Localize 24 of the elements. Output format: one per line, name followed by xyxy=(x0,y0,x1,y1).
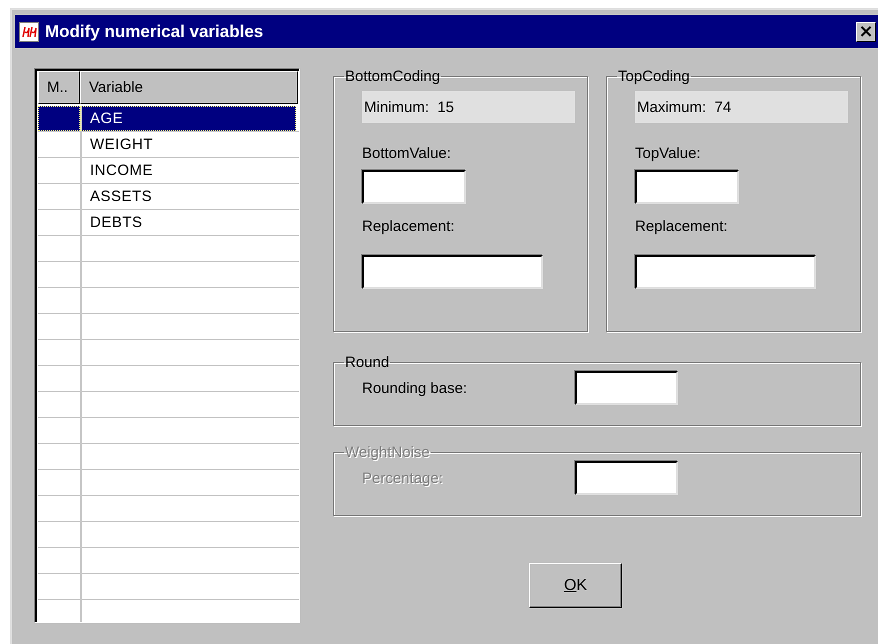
input-field[interactable] xyxy=(575,371,678,405)
field-label: Rounding base: xyxy=(362,380,468,396)
field-label: Replacement: xyxy=(362,218,456,235)
app-icon xyxy=(19,22,39,42)
input-field[interactable] xyxy=(362,255,543,289)
field-label: Percentage: xyxy=(362,470,444,486)
group-title: Round xyxy=(344,354,390,371)
column-header[interactable]: M.. xyxy=(38,71,80,104)
column-header[interactable]: Variable xyxy=(80,71,298,104)
field-label: TopValue: xyxy=(635,145,702,162)
input-field[interactable] xyxy=(635,170,739,204)
ok-button[interactable]: OK xyxy=(529,563,622,608)
info-text: Maximum: 74 xyxy=(635,91,848,123)
group-title: BottomCoding xyxy=(344,68,442,85)
field-label: BottomValue: xyxy=(362,145,452,162)
window-title: Modify numerical variables xyxy=(45,22,264,42)
table-cell[interactable]: AGE xyxy=(80,106,296,131)
row-selector[interactable] xyxy=(38,106,80,131)
field-label: Replacement: xyxy=(635,218,729,235)
info-text: Minimum: 15 xyxy=(362,91,575,123)
input-field[interactable] xyxy=(635,255,816,289)
group-title: TopCoding xyxy=(617,68,691,85)
close-button[interactable]: × xyxy=(856,22,876,42)
input-field[interactable] xyxy=(362,170,466,204)
